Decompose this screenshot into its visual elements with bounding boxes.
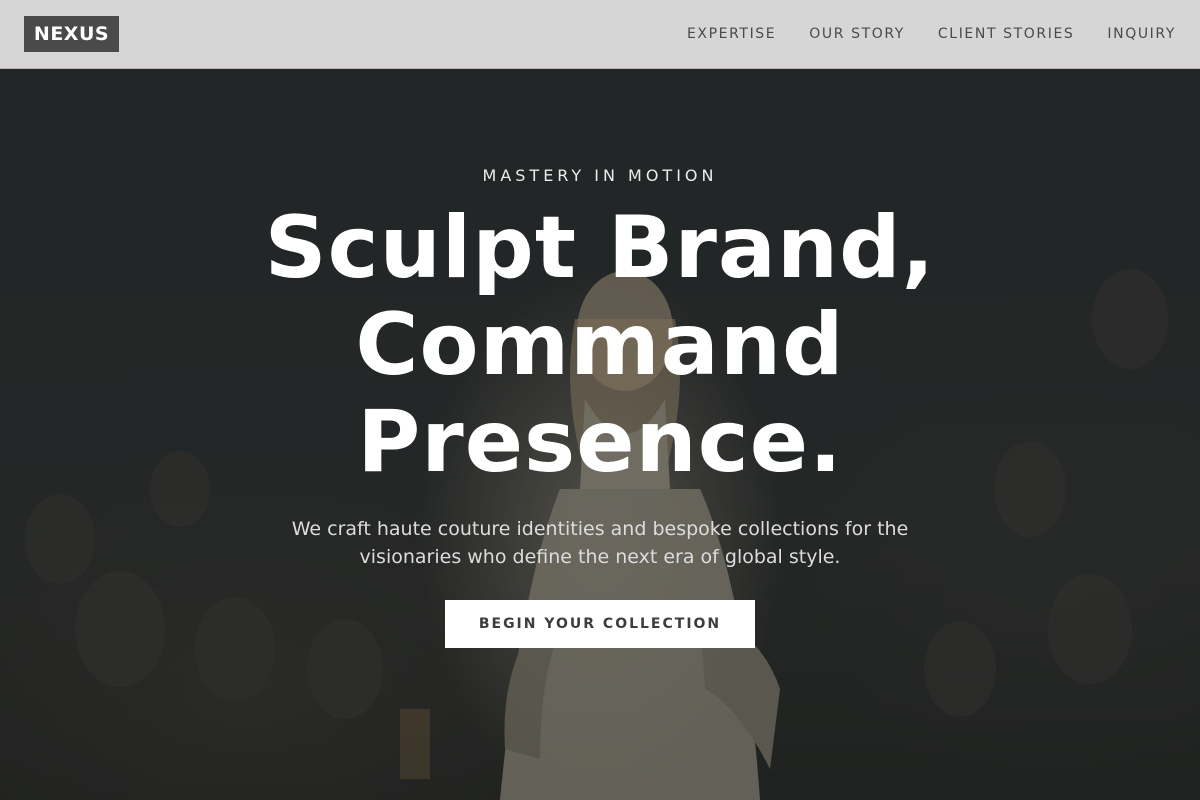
begin-collection-button[interactable]: BEGIN YOUR COLLECTION	[445, 600, 755, 648]
nav-link-client-stories[interactable]: CLIENT STORIES	[938, 26, 1074, 42]
headline-line-2: Command	[355, 295, 845, 395]
main-nav: EXPERTISE OUR STORY CLIENT STORIES INQUI…	[687, 26, 1176, 42]
headline-line-1: Sculpt Brand,	[264, 198, 936, 298]
nav-link-inquiry[interactable]: INQUIRY	[1107, 26, 1176, 42]
hero-subtext: We craft haute couture identities and be…	[291, 518, 909, 568]
nav-link-expertise[interactable]: EXPERTISE	[687, 26, 776, 42]
nav-link-our-story[interactable]: OUR STORY	[809, 26, 905, 42]
headline-line-3: Presence.	[357, 392, 843, 492]
nexus-logo[interactable]: NEXUS	[24, 16, 119, 52]
hero-section: MASTERY IN MOTION Sculpt Brand, Command …	[0, 69, 1200, 800]
hero-eyebrow: MASTERY IN MOTION	[482, 166, 718, 185]
hero-headline: Sculpt Brand, Command Presence.	[150, 200, 1050, 491]
site-header: NEXUS EXPERTISE OUR STORY CLIENT STORIES…	[0, 0, 1200, 69]
